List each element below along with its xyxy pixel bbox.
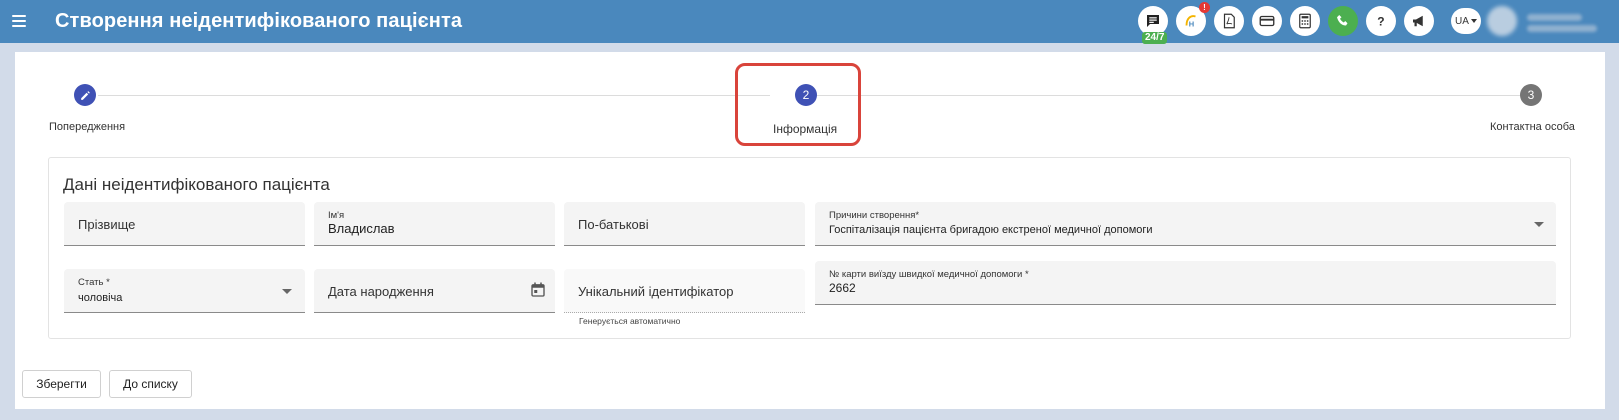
step-connector: [816, 95, 1531, 96]
notification-badge: !: [1199, 2, 1210, 13]
first-name-value: Владислав: [328, 221, 395, 236]
user-role-blurred: [1527, 25, 1597, 32]
step-connector: [98, 95, 770, 96]
section-title: Дані неідентифікованого пацієнта: [63, 175, 330, 194]
patronymic-field[interactable]: По-батькові: [564, 202, 805, 246]
sex-select[interactable]: Стать * чоловіча: [64, 269, 305, 313]
chevron-down-icon: [1534, 221, 1544, 227]
patronymic-placeholder: По-батькові: [578, 217, 649, 232]
chevron-down-icon: [282, 288, 292, 294]
svg-text:?: ?: [1377, 15, 1384, 29]
chevron-down-icon: [1470, 19, 1477, 23]
first-name-label: Ім'я: [328, 210, 345, 221]
creation-reason-value: Госпіталізація пацієнта бригадою екстрен…: [829, 224, 1153, 236]
step-1-label: Попередження: [49, 121, 126, 133]
menu-icon[interactable]: [12, 12, 26, 30]
app-header: Створення неідентифікованого пацієнта 24…: [0, 0, 1619, 44]
birth-date-placeholder: Дата народження: [328, 284, 434, 299]
ambulance-card-field[interactable]: № карти виїзду швидкої медичної допомоги…: [815, 261, 1556, 305]
creation-reason-label: Причини створення*: [829, 210, 920, 221]
save-button[interactable]: Зберегти: [22, 370, 101, 398]
help-icon[interactable]: ?: [1366, 6, 1396, 36]
ambulance-card-label: № карти виїзду швидкої медичної допомоги…: [829, 269, 1029, 280]
ambulance-card-value: 2662: [829, 281, 856, 295]
unique-id-hint: Генерується автоматично: [579, 316, 681, 326]
language-selector[interactable]: UA: [1451, 8, 1481, 34]
page-title: Створення неідентифікованого пацієнта: [55, 10, 463, 32]
step-3-label: Контактна особа: [1490, 121, 1575, 133]
creation-reason-select[interactable]: Причини створення* Госпіталізація пацієн…: [815, 202, 1556, 246]
unique-id-field: Унікальний ідентифікатор: [564, 269, 805, 313]
surname-field[interactable]: Прізвище: [64, 202, 305, 246]
phone-icon[interactable]: [1328, 6, 1358, 36]
pencil-icon: [80, 90, 90, 100]
card-icon[interactable]: [1252, 6, 1282, 36]
calculator-icon[interactable]: [1290, 6, 1320, 36]
step-1-circle[interactable]: [74, 84, 96, 106]
step-3-circle[interactable]: 3: [1520, 84, 1542, 106]
surname-placeholder: Прізвище: [78, 217, 136, 232]
avatar: [1487, 6, 1517, 36]
step-2-label: Інформація: [773, 122, 838, 136]
first-name-field[interactable]: Ім'я Владислав: [314, 202, 555, 246]
pdf-icon[interactable]: [1214, 6, 1244, 36]
calendar-icon[interactable]: [529, 281, 547, 299]
step-2-circle[interactable]: 2: [795, 84, 817, 106]
svg-text:H: H: [1189, 19, 1194, 28]
unique-id-placeholder: Унікальний ідентифікатор: [578, 284, 734, 299]
birth-date-field[interactable]: Дата народження: [314, 269, 555, 313]
megaphone-icon[interactable]: [1404, 6, 1434, 36]
language-code: UA: [1455, 15, 1469, 27]
user-profile[interactable]: [1487, 5, 1612, 37]
to-list-button[interactable]: До списку: [109, 370, 192, 398]
support-badge: 24/7: [1142, 32, 1168, 44]
sex-value: чоловіча: [78, 292, 123, 304]
user-name-blurred: [1527, 14, 1582, 21]
sex-label: Стать *: [78, 277, 110, 288]
